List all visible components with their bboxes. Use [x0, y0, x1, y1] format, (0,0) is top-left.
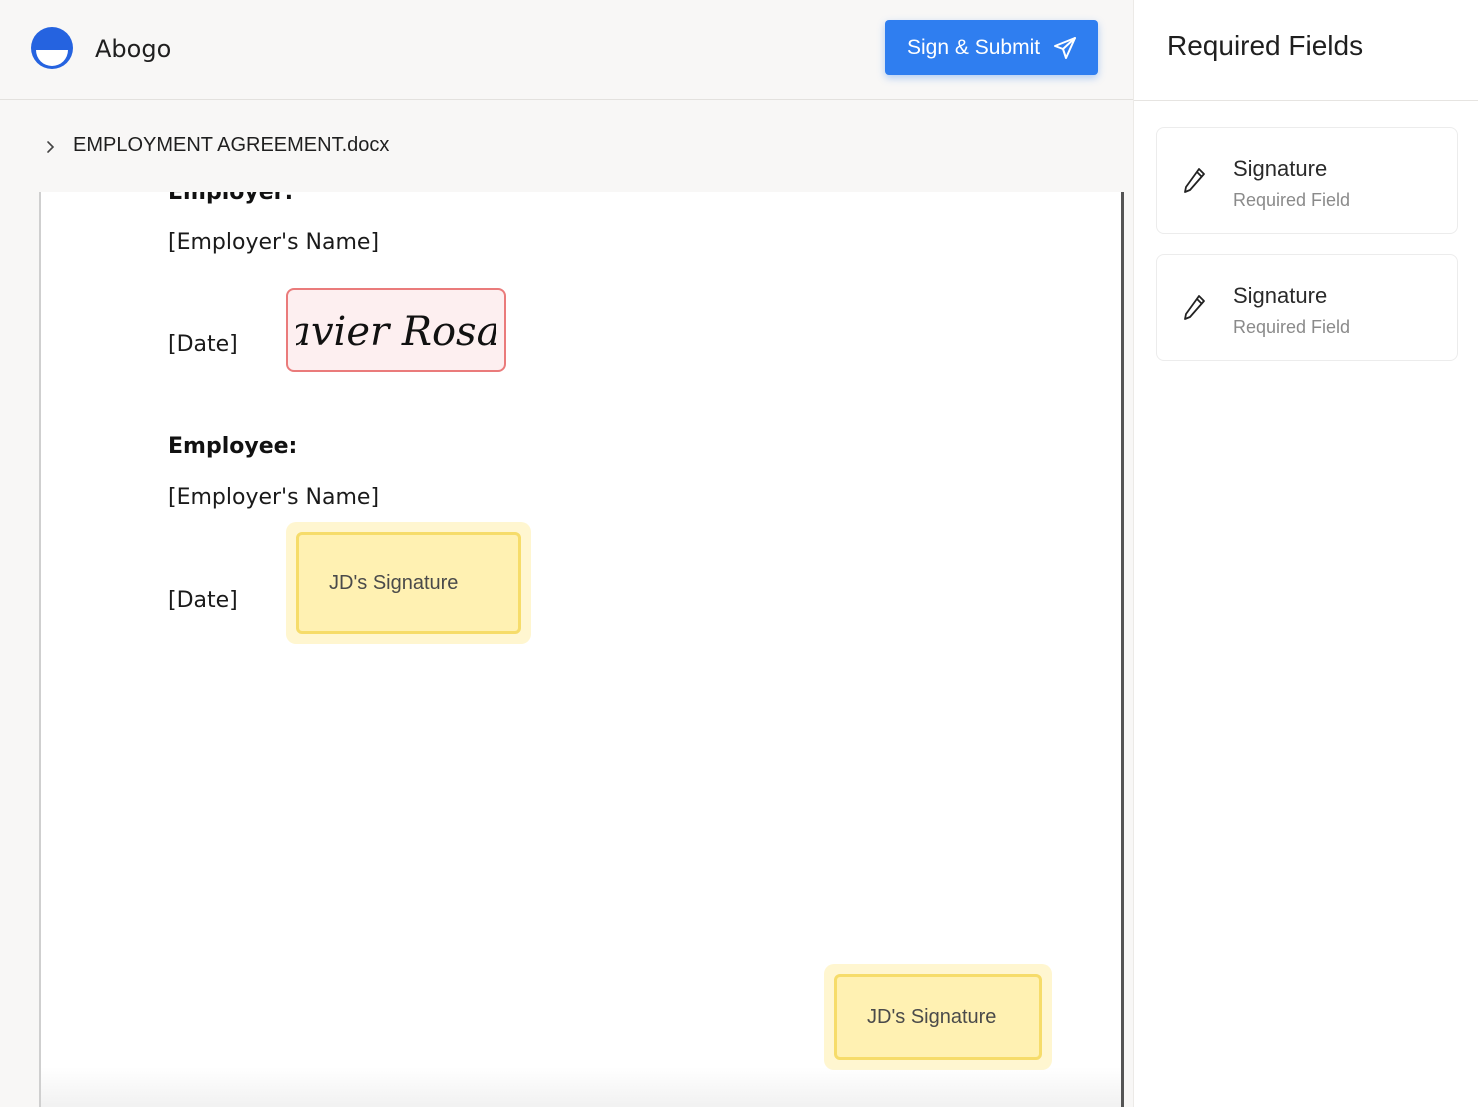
chevron-right-icon[interactable] [44, 138, 56, 156]
field-label: Signature [1233, 156, 1328, 181]
field-sublabel: Required Field [1233, 317, 1351, 337]
employer-heading: Employer: [168, 192, 294, 205]
handwritten-signature: Javier Rosas [296, 309, 496, 355]
top-header: Abogo Sign & Submit [0, 0, 1133, 100]
send-icon [1054, 37, 1076, 59]
app-logo-icon [31, 27, 73, 69]
page-bottom-fade [41, 1067, 1121, 1107]
pending-signature-label: JD's Signature [296, 532, 521, 634]
field-sublabel: Required Field [1233, 190, 1351, 210]
employer-date-text: [Date] [168, 332, 238, 357]
pencil-icon [1184, 295, 1205, 320]
required-field-card[interactable]: Signature Required Field [1156, 127, 1458, 234]
sign-and-submit-button[interactable]: Sign & Submit [885, 20, 1098, 75]
required-field-card[interactable]: Signature Required Field [1156, 254, 1458, 361]
employee-heading: Employee: [168, 434, 298, 459]
pending-signature-field[interactable]: JD's Signature [824, 964, 1052, 1070]
employee-date-text: [Date] [168, 588, 238, 613]
document-page: Employer: [Employer's Name] [Date] Javie… [39, 192, 1124, 1107]
svg-text:Javier Rosas: Javier Rosas [296, 309, 496, 355]
document-filename[interactable]: EMPLOYMENT AGREEMENT.docx [73, 134, 389, 157]
pending-signature-label: JD's Signature [834, 974, 1042, 1060]
pencil-icon [1184, 168, 1205, 193]
employer-name-text: [Employer's Name] [168, 230, 380, 255]
app-name: Abogo [95, 35, 172, 63]
employee-name-text: [Employer's Name] [168, 485, 380, 510]
panel-divider [1134, 100, 1478, 101]
employer-signature-field[interactable]: Javier Rosas [286, 288, 506, 372]
required-fields-panel: Required Fields Signature Required Field… [1133, 0, 1478, 1107]
sign-and-submit-label: Sign & Submit [907, 35, 1041, 59]
pending-signature-field[interactable]: JD's Signature [286, 522, 531, 644]
panel-title: Required Fields [1167, 30, 1364, 61]
field-label: Signature [1233, 283, 1328, 308]
